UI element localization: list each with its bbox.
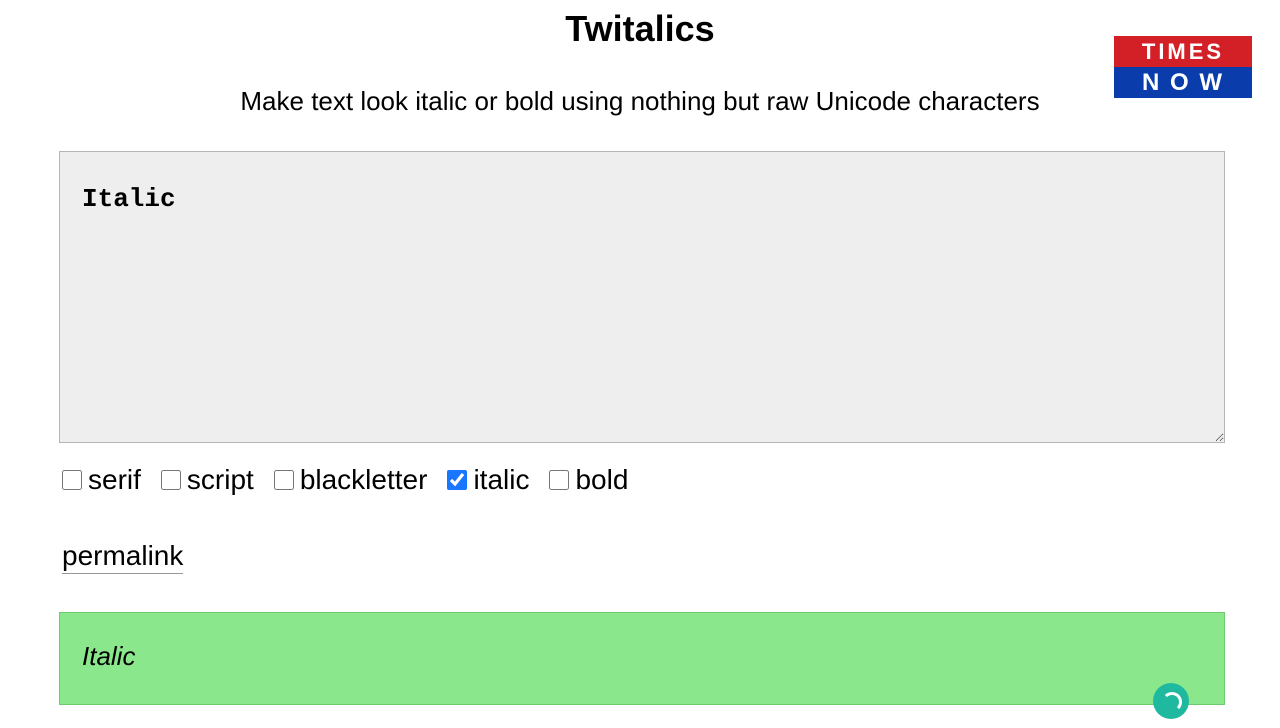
option-blackletter[interactable]: blackletter bbox=[274, 464, 428, 496]
logo-line-2: N O W bbox=[1114, 67, 1252, 98]
option-italic[interactable]: italic bbox=[447, 464, 529, 496]
output-text: Italic bbox=[82, 641, 135, 671]
checkbox-italic[interactable] bbox=[447, 470, 467, 490]
page-subtitle: Make text look italic or bold using noth… bbox=[0, 86, 1280, 117]
logo-line-1: TIMES bbox=[1114, 36, 1252, 67]
label-script: script bbox=[187, 464, 254, 496]
label-serif: serif bbox=[88, 464, 141, 496]
label-blackletter: blackletter bbox=[300, 464, 428, 496]
checkbox-serif[interactable] bbox=[62, 470, 82, 490]
times-now-logo: TIMES N O W bbox=[1114, 36, 1252, 98]
option-script[interactable]: script bbox=[161, 464, 254, 496]
checkbox-bold[interactable] bbox=[549, 470, 569, 490]
text-input[interactable] bbox=[59, 151, 1225, 443]
checkbox-script[interactable] bbox=[161, 470, 181, 490]
label-bold: bold bbox=[575, 464, 628, 496]
permalink-link[interactable]: permalink bbox=[62, 540, 183, 574]
label-italic: italic bbox=[473, 464, 529, 496]
output-box: Italic bbox=[59, 612, 1225, 705]
option-serif[interactable]: serif bbox=[62, 464, 141, 496]
page-title: Twitalics bbox=[0, 8, 1280, 50]
option-bold[interactable]: bold bbox=[549, 464, 628, 496]
grammar-check-icon[interactable] bbox=[1153, 683, 1189, 719]
style-options: serif script blackletter italic bold bbox=[62, 464, 1280, 496]
checkbox-blackletter[interactable] bbox=[274, 470, 294, 490]
